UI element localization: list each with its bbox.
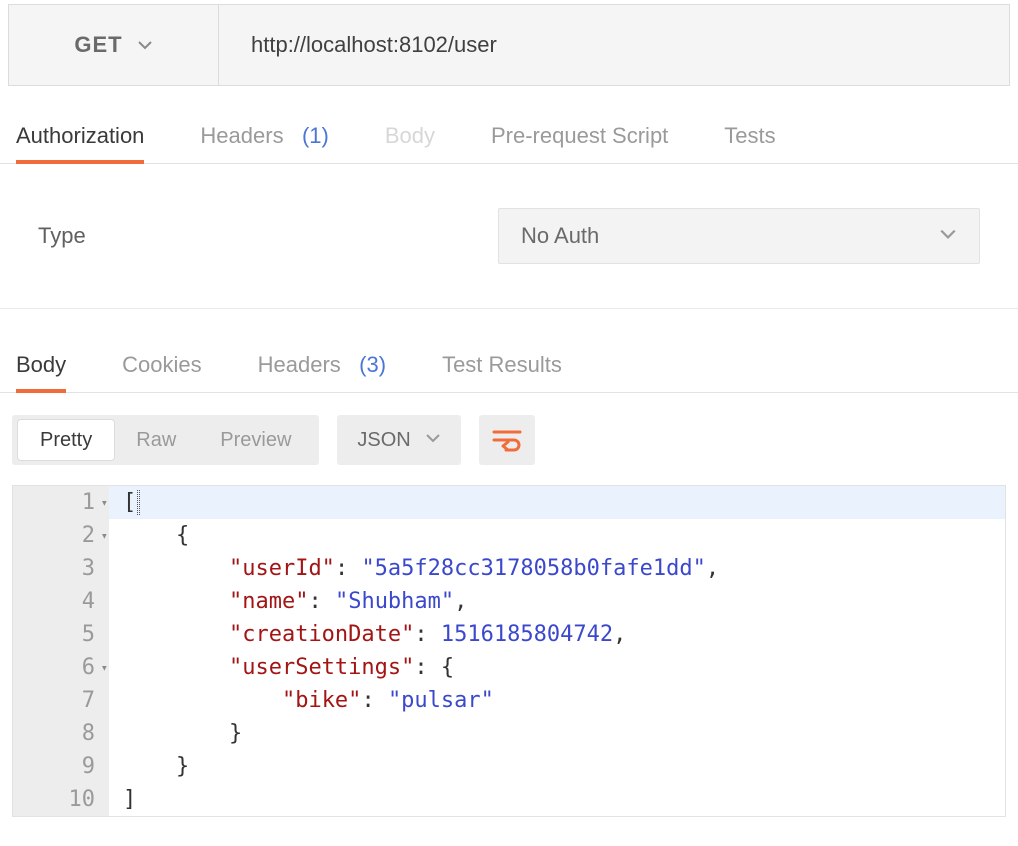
line-number: 8	[13, 717, 109, 750]
http-method-label: GET	[74, 32, 122, 58]
request-url-input[interactable]	[219, 5, 1009, 85]
json-number: 1516185804742	[441, 622, 613, 647]
view-mode-pretty[interactable]: Pretty	[18, 420, 114, 460]
code-line: 1▾ [	[13, 486, 1005, 519]
body-format-select[interactable]: JSON	[337, 415, 460, 465]
tab-label: Body	[385, 123, 435, 148]
fold-caret-icon[interactable]: ▾	[101, 651, 108, 684]
view-mode-raw[interactable]: Raw	[114, 420, 198, 460]
token-brace: {	[176, 523, 189, 548]
tab-label: Cookies	[122, 352, 201, 377]
line-number: 5	[13, 618, 109, 651]
seg-label: Raw	[136, 429, 176, 452]
fold-caret-icon[interactable]: ▾	[101, 486, 108, 519]
line-number: 9	[13, 750, 109, 783]
request-bar: GET	[8, 4, 1010, 86]
view-mode-group: Pretty Raw Preview	[12, 415, 319, 465]
json-key: "userId"	[229, 556, 335, 581]
json-key: "userSettings"	[229, 655, 414, 680]
code-line: 6▾ "userSettings": {	[13, 651, 1005, 684]
headers-count-badge: (1)	[302, 123, 329, 148]
tab-authorization[interactable]: Authorization	[16, 123, 144, 163]
tab-label: Headers	[258, 352, 341, 377]
code-line: 7 "bike": "pulsar"	[13, 684, 1005, 717]
token-brace: {	[441, 655, 454, 680]
tab-tests[interactable]: Tests	[724, 123, 775, 163]
tab-label: Authorization	[16, 123, 144, 148]
text-cursor	[137, 490, 140, 515]
line-number: 10	[13, 783, 109, 816]
token-bracket: ]	[123, 787, 136, 812]
seg-label: Preview	[220, 429, 291, 452]
view-mode-preview[interactable]: Preview	[198, 420, 313, 460]
line-number: 6▾	[13, 651, 109, 684]
chevron-down-icon	[137, 37, 153, 53]
auth-type-label: Type	[38, 223, 498, 249]
json-key: "creationDate"	[229, 622, 414, 647]
token-brace: }	[176, 754, 189, 779]
resp-tab-testresults[interactable]: Test Results	[442, 352, 562, 392]
response-tabs: Body Cookies Headers (3) Test Results	[0, 309, 1018, 393]
wrap-lines-button[interactable]	[479, 415, 535, 465]
tab-label: Headers	[200, 123, 283, 148]
chevron-down-icon	[939, 223, 957, 249]
tab-label: Pre-request Script	[491, 123, 668, 148]
resp-tab-body[interactable]: Body	[16, 352, 66, 392]
json-key: "name"	[229, 589, 308, 614]
json-key: "bike"	[282, 688, 361, 713]
chevron-down-icon	[425, 429, 441, 452]
request-tabs: Authorization Headers (1) Body Pre-reque…	[0, 86, 1018, 164]
code-line: 8 }	[13, 717, 1005, 750]
seg-label: Pretty	[40, 429, 92, 452]
json-string: "5a5f28cc3178058b0fafe1dd"	[361, 556, 705, 581]
resp-tab-cookies[interactable]: Cookies	[122, 352, 201, 392]
tab-label: Test Results	[442, 352, 562, 377]
line-number: 4	[13, 585, 109, 618]
auth-type-select[interactable]: No Auth	[498, 208, 980, 264]
line-number: 7	[13, 684, 109, 717]
auth-type-value: No Auth	[521, 223, 599, 249]
tab-headers[interactable]: Headers (1)	[200, 123, 328, 163]
auth-panel: Type No Auth	[0, 164, 1018, 309]
body-toolbar: Pretty Raw Preview JSON	[0, 393, 1018, 485]
token-brace: }	[229, 721, 242, 746]
tab-label: Body	[16, 352, 66, 377]
http-method-select[interactable]: GET	[9, 5, 219, 85]
code-line: 9 }	[13, 750, 1005, 783]
tab-body[interactable]: Body	[385, 123, 435, 163]
resp-headers-count-badge: (3)	[359, 352, 386, 377]
json-string: "pulsar"	[388, 688, 494, 713]
resp-tab-headers[interactable]: Headers (3)	[258, 352, 386, 392]
code-line: 2▾ {	[13, 519, 1005, 552]
code-line: 4 "name": "Shubham",	[13, 585, 1005, 618]
tab-label: Tests	[724, 123, 775, 148]
line-number: 1▾	[13, 486, 109, 519]
code-line: 3 "userId": "5a5f28cc3178058b0fafe1dd",	[13, 552, 1005, 585]
code-line: 10 ]	[13, 783, 1005, 816]
fold-caret-icon[interactable]: ▾	[101, 519, 108, 552]
line-number: 3	[13, 552, 109, 585]
code-line: 5 "creationDate": 1516185804742,	[13, 618, 1005, 651]
json-string: "Shubham"	[335, 589, 454, 614]
response-body-editor[interactable]: 1▾ [ 2▾ { 3 "userId": "5a5f28cc3178058b0…	[12, 485, 1006, 817]
token-bracket: [	[123, 490, 136, 515]
tab-prerequest[interactable]: Pre-request Script	[491, 123, 668, 163]
wrap-icon	[492, 428, 522, 452]
body-format-label: JSON	[357, 429, 410, 452]
line-number: 2▾	[13, 519, 109, 552]
